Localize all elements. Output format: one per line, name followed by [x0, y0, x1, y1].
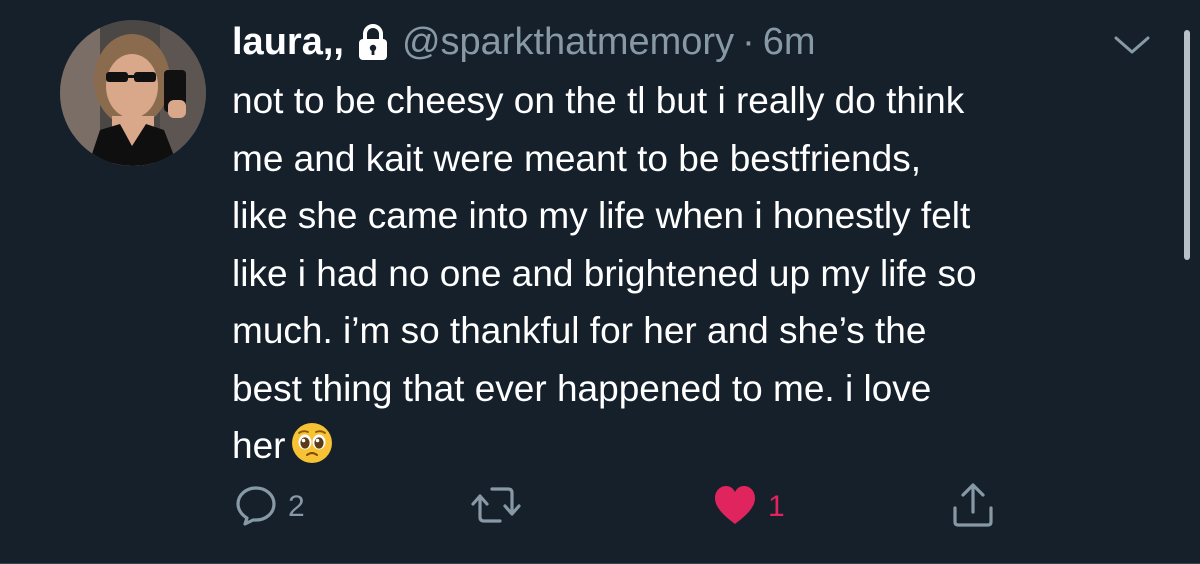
tweet-content: laura,, @sparkthatmemory · 6m not to be … [232, 16, 1152, 475]
timestamp[interactable]: 6m [763, 21, 816, 64]
share-button[interactable] [950, 482, 1006, 532]
scrollbar[interactable] [1184, 30, 1190, 260]
like-button[interactable]: 1 [712, 482, 785, 532]
avatar-image [60, 20, 206, 166]
share-icon [950, 482, 996, 533]
chevron-down-icon[interactable] [1112, 34, 1152, 58]
pleading-face-emoji [291, 422, 333, 464]
retweet-icon [470, 483, 522, 532]
like-count: 1 [768, 490, 785, 523]
retweet-button[interactable] [470, 482, 532, 532]
tweet-text-body: not to be cheesy on the tl but i really … [232, 80, 977, 466]
avatar[interactable] [60, 20, 206, 166]
separator-dot: · [742, 20, 755, 63]
reply-count: 2 [288, 490, 305, 523]
display-name[interactable]: laura,, [232, 21, 344, 64]
lock-icon [356, 23, 390, 61]
tweet-actions: 2 1 [0, 482, 1200, 532]
tweet-header: laura,, @sparkthatmemory · 6m [232, 16, 1152, 68]
reply-button[interactable]: 2 [234, 482, 305, 532]
heart-icon [712, 484, 758, 531]
tweet-card[interactable]: laura,, @sparkthatmemory · 6m not to be … [0, 0, 1200, 564]
user-handle[interactable]: @sparkthatmemory [402, 21, 734, 64]
reply-icon [234, 483, 278, 532]
tweet-text: not to be cheesy on the tl but i really … [232, 72, 1152, 475]
